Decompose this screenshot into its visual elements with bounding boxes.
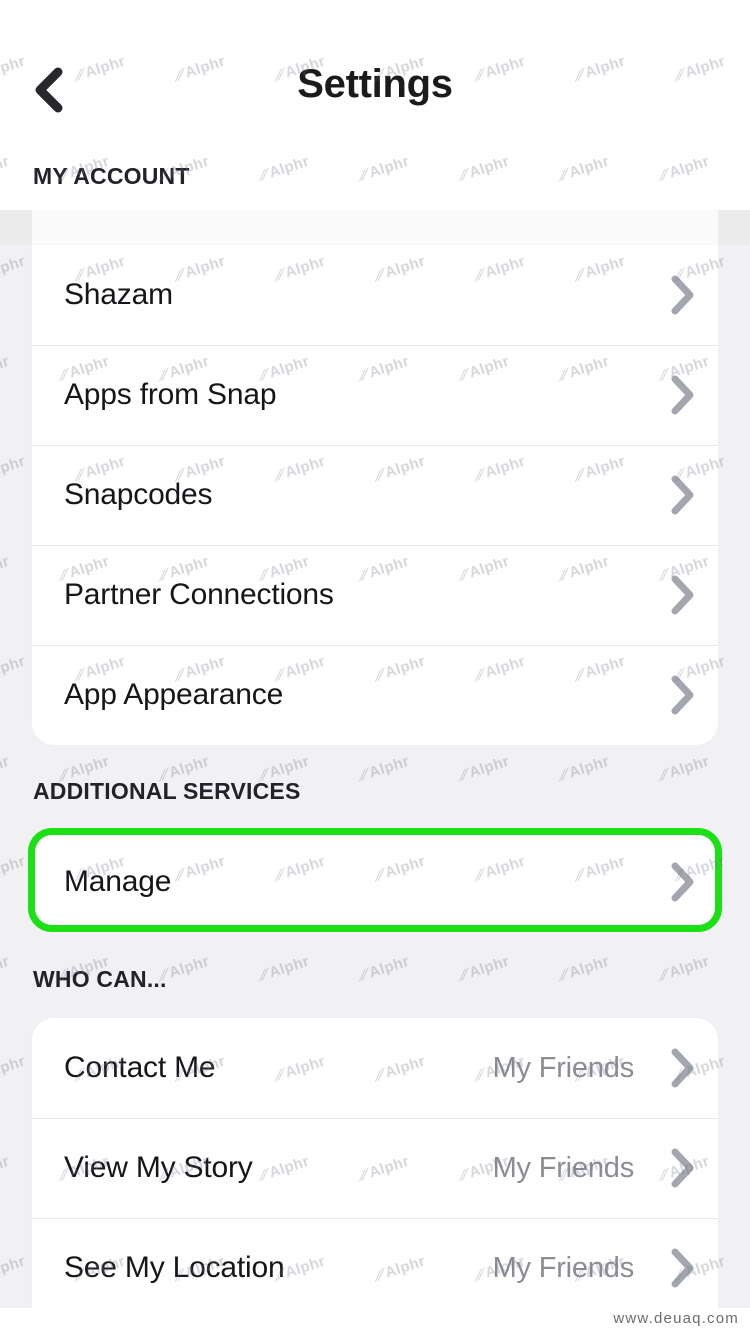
list-item-shazam[interactable]: Shazam [32, 245, 718, 345]
row-label: App Appearance [64, 678, 284, 711]
row-label: See My Location [64, 1251, 285, 1284]
source-watermark: www.deuaq.com [610, 1309, 742, 1328]
list-item-see-my-location[interactable]: See My Location My Friends [32, 1218, 718, 1318]
header-bar: Settings MY ACCOUNT [0, 0, 750, 210]
row-label: Manage [64, 865, 172, 898]
list-item-partner-connections[interactable]: Partner Connections [32, 545, 718, 645]
section-header-who-can: WHO CAN... [33, 966, 167, 992]
chevron-right-icon [656, 1247, 710, 1289]
card-clipped-top [0, 210, 750, 246]
card-who-can: Contact Me My Friends View My Story My F… [32, 1018, 718, 1318]
row-label: Shazam [64, 278, 173, 311]
chevron-right-icon [656, 474, 710, 516]
row-label: Snapcodes [64, 478, 213, 511]
row-value: My Friends [492, 1251, 635, 1284]
row-value: My Friends [492, 1051, 635, 1084]
row-label: View My Story [64, 1151, 253, 1184]
page-title: Settings [297, 62, 453, 106]
list-item-view-my-story[interactable]: View My Story My Friends [32, 1118, 718, 1218]
row-label: Apps from Snap [64, 378, 277, 411]
chevron-right-icon [656, 861, 710, 903]
chevron-right-icon [656, 374, 710, 416]
row-label: Partner Connections [64, 578, 334, 611]
section-header-additional-services: ADDITIONAL SERVICES [33, 778, 301, 804]
chevron-right-icon [656, 1047, 710, 1089]
list-item-manage[interactable]: Manage [32, 832, 718, 932]
row-label: Contact Me [64, 1051, 216, 1084]
section-header-my-account: MY ACCOUNT [33, 163, 190, 189]
chevron-right-icon [656, 1147, 710, 1189]
list-item-contact-me[interactable]: Contact Me My Friends [32, 1018, 718, 1118]
list-item-app-appearance[interactable]: App Appearance [32, 645, 718, 745]
list-item-apps-from-snap[interactable]: Apps from Snap [32, 345, 718, 445]
card-my-account: Shazam Apps from Snap Snapcodes Partner … [32, 245, 718, 745]
settings-scroll-area[interactable]: Shazam Apps from Snap Snapcodes Partner … [0, 210, 750, 1334]
row-value: My Friends [492, 1151, 635, 1184]
list-item-snapcodes[interactable]: Snapcodes [32, 445, 718, 545]
chevron-right-icon [656, 274, 710, 316]
chevron-right-icon [656, 674, 710, 716]
chevron-right-icon [656, 574, 710, 616]
settings-screen: Settings MY ACCOUNT Shazam Apps from Sna… [0, 0, 750, 1334]
card-additional-services: Manage [32, 832, 718, 932]
